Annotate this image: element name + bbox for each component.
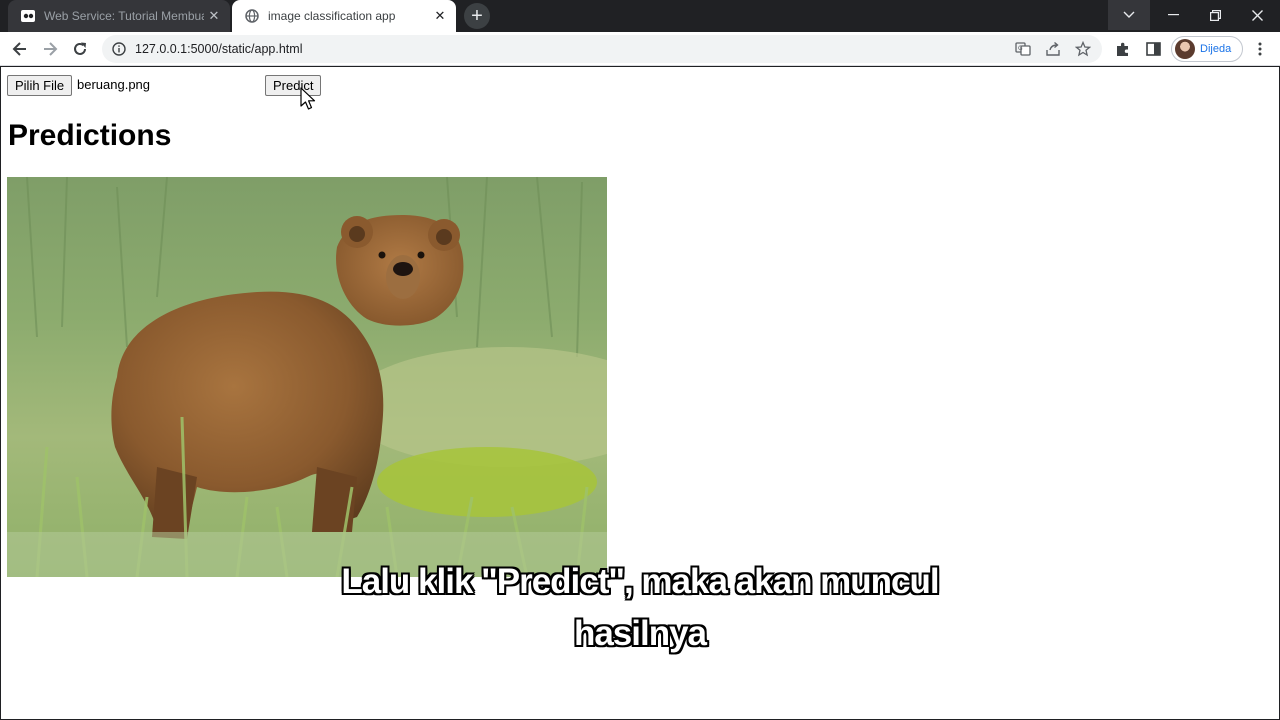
translate-icon[interactable]: G	[1012, 38, 1034, 60]
svg-text:G: G	[1018, 45, 1023, 52]
tab-search-button[interactable]	[1108, 0, 1150, 30]
tab-web-service[interactable]: Web Service: Tutorial Membuat ✕	[8, 0, 230, 32]
browser-menu-button[interactable]	[1248, 37, 1272, 61]
arrow-left-icon	[12, 42, 26, 56]
forward-button[interactable]	[38, 37, 62, 61]
reload-button[interactable]	[68, 37, 92, 61]
url-text[interactable]: 127.0.0.1:5000/static/app.html	[135, 42, 1012, 56]
extensions-button[interactable]	[1111, 37, 1135, 61]
video-subtitle-line-2: hasilnya	[573, 614, 707, 653]
arrow-right-icon	[44, 42, 58, 56]
bookmark-star-icon[interactable]	[1072, 38, 1094, 60]
share-icon[interactable]	[1042, 38, 1064, 60]
video-icon	[20, 8, 36, 24]
close-icon	[1251, 9, 1263, 21]
avatar	[1175, 39, 1195, 59]
profile-name: Dijeda	[1200, 43, 1232, 55]
minimize-button[interactable]	[1152, 0, 1194, 30]
minimize-icon	[1167, 14, 1179, 16]
close-window-button[interactable]	[1236, 0, 1278, 30]
new-tab-button[interactable]: +	[464, 3, 490, 29]
close-tab-icon[interactable]: ✕	[430, 6, 450, 26]
close-tab-icon[interactable]: ✕	[204, 6, 224, 26]
puzzle-icon	[1117, 42, 1128, 56]
selected-file-name: beruang.png	[77, 77, 151, 92]
plus-icon: +	[471, 5, 483, 27]
chevron-down-icon	[1123, 11, 1135, 18]
side-panel-button[interactable]	[1141, 37, 1165, 61]
side-panel-icon	[1145, 42, 1161, 56]
address-bar[interactable]: 127.0.0.1:5000/static/app.html G	[102, 35, 1102, 63]
back-button[interactable]	[8, 37, 32, 61]
globe-icon	[244, 8, 260, 24]
tab-title: Web Service: Tutorial Membuat	[44, 9, 204, 23]
restore-button[interactable]	[1194, 0, 1236, 30]
profile-button[interactable]: Dijeda	[1171, 36, 1243, 62]
browser-toolbar: 127.0.0.1:5000/static/app.html G Dijeda	[0, 32, 1280, 66]
info-icon[interactable]	[111, 41, 127, 57]
uploaded-image	[7, 177, 607, 577]
tab-strip: Web Service: Tutorial Membuat ✕ image cl…	[0, 0, 1280, 32]
choose-file-button[interactable]: Pilih File	[7, 75, 73, 96]
reload-icon	[74, 42, 86, 55]
tab-title: image classification app	[268, 9, 396, 23]
predictions-heading: Predictions	[8, 119, 172, 152]
tab-image-classification[interactable]: image classification app ✕	[232, 0, 456, 32]
video-subtitle-line-1: Lalu klik "Predict", maka akan muncul	[341, 562, 939, 601]
mouse-cursor-icon	[300, 87, 316, 110]
restore-icon	[1209, 9, 1221, 21]
more-vert-icon	[1258, 42, 1262, 56]
